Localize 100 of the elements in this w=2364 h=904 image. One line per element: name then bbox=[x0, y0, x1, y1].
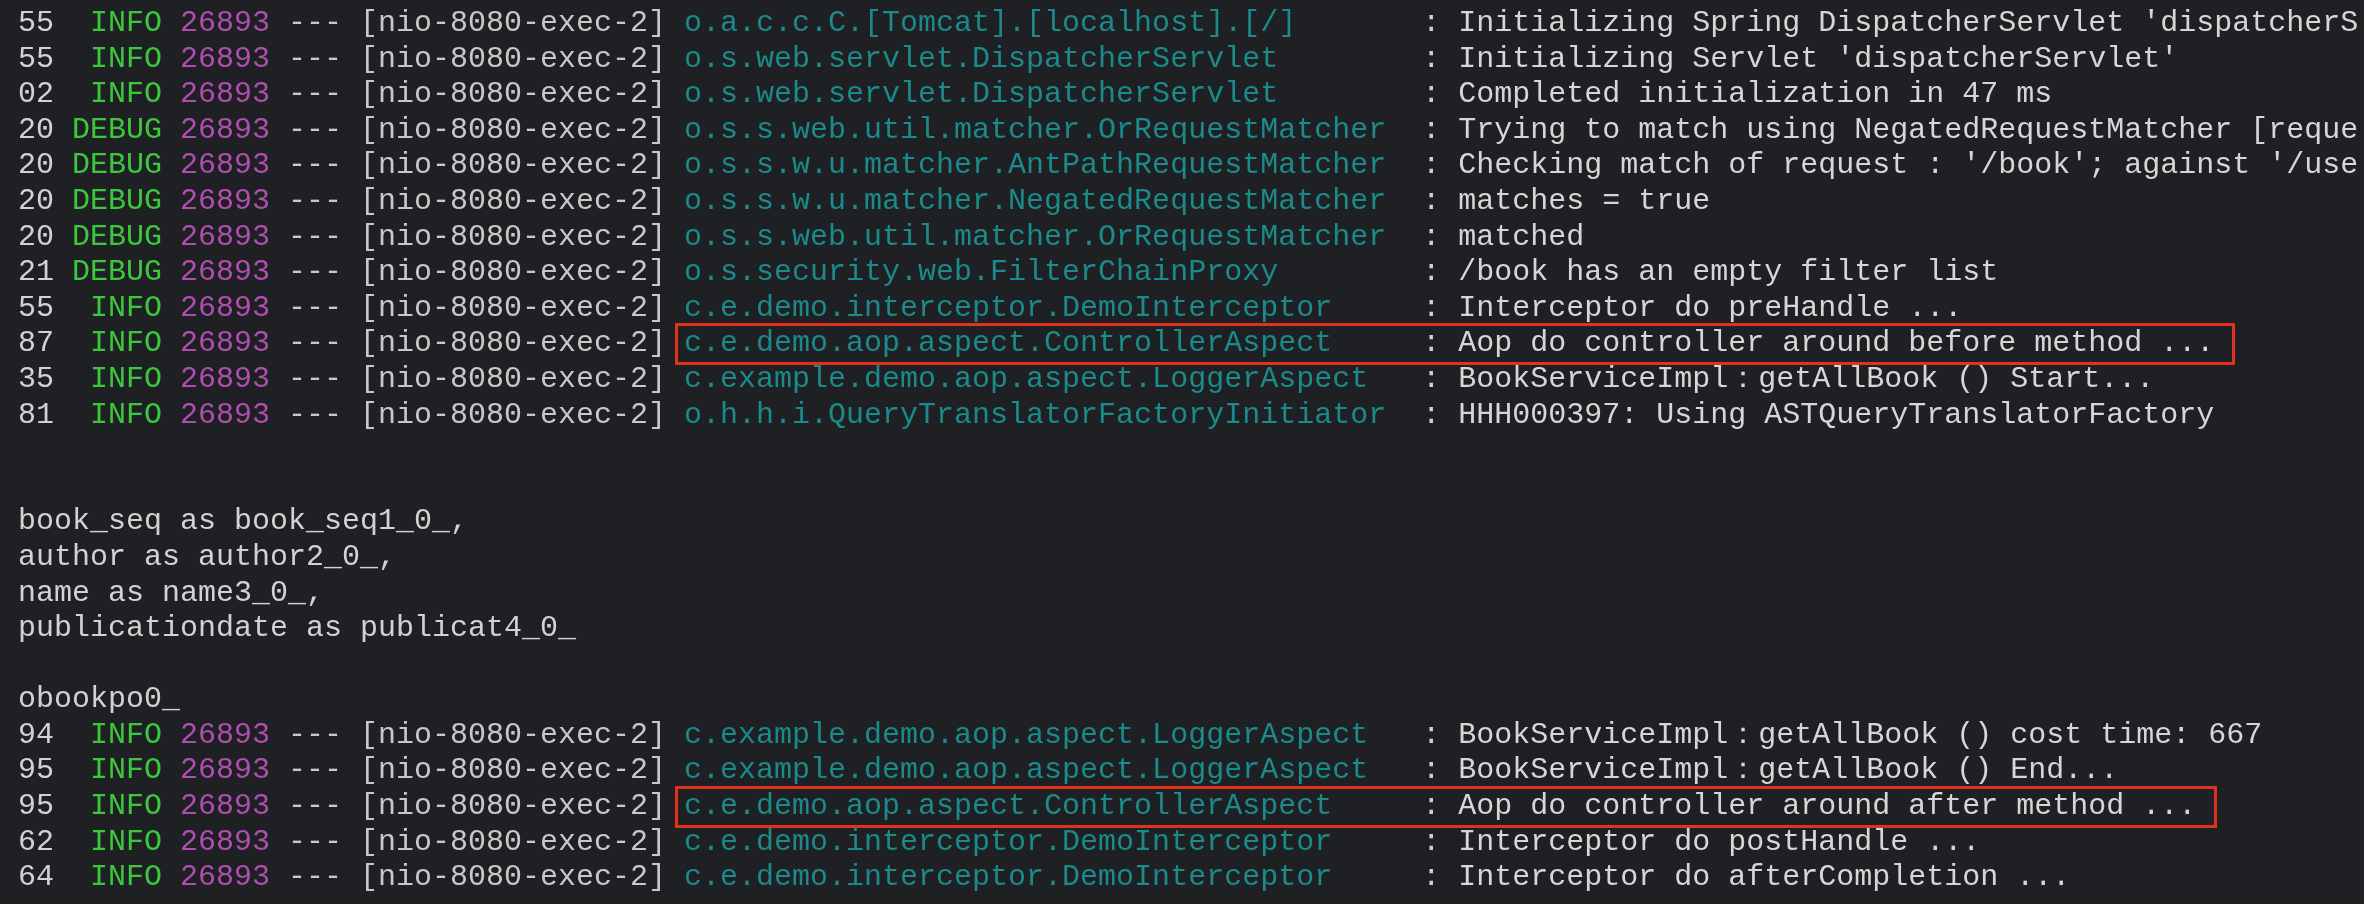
logger-name: c.example.demo.aop.aspect.LoggerAspect bbox=[684, 753, 1370, 790]
separator-text: --- bbox=[288, 255, 342, 291]
logger-name: o.s.security.web.FilterChainProxy bbox=[684, 255, 1280, 291]
process-id: 26893 bbox=[180, 753, 270, 790]
logger-name: o.s.web.servlet.DispatcherServlet bbox=[684, 41, 1280, 78]
log-time: 62 bbox=[18, 824, 54, 861]
thread-name: [nio-8080-exec-2] bbox=[360, 255, 667, 291]
separator-text: --- bbox=[288, 717, 342, 754]
log-message: Initializing Servlet 'dispatcherServlet' bbox=[1458, 41, 2179, 78]
log-level: INFO bbox=[89, 77, 162, 113]
colon-text: : bbox=[1422, 148, 1441, 184]
log-time: 55 bbox=[18, 6, 54, 42]
process-id: 26893 bbox=[180, 789, 270, 825]
colon-text: : bbox=[1422, 112, 1441, 149]
log-time: 21 bbox=[18, 255, 54, 291]
thread-name: [nio-8080-exec-2] bbox=[360, 753, 667, 790]
thread-name: [nio-8080-exec-2] bbox=[360, 148, 667, 184]
process-id: 26893 bbox=[180, 361, 270, 398]
colon-text: : bbox=[1422, 717, 1441, 754]
thread-name: [nio-8080-exec-2] bbox=[360, 326, 667, 362]
log-message: Trying to match using NegatedRequestMatcher [reque bbox=[1458, 112, 2359, 149]
log-level: INFO bbox=[89, 6, 162, 42]
log-message: Interceptor do preHandle ... bbox=[1458, 290, 1963, 327]
log-level: INFO bbox=[89, 860, 162, 896]
separator-text: --- bbox=[288, 148, 342, 184]
log-time: 81 bbox=[18, 397, 54, 434]
thread-name: [nio-8080-exec-2] bbox=[360, 361, 667, 398]
colon-text: : bbox=[1422, 290, 1441, 327]
separator-text: --- bbox=[288, 290, 342, 327]
logger-name: c.example.demo.aop.aspect.LoggerAspect bbox=[684, 361, 1370, 398]
log-time: 55 bbox=[18, 290, 54, 327]
colon-text: : bbox=[1422, 361, 1441, 398]
process-id: 26893 bbox=[180, 397, 270, 434]
colon-text: : bbox=[1422, 183, 1441, 220]
separator-text: --- bbox=[288, 397, 342, 434]
log-message: Interceptor do afterCompletion ... bbox=[1458, 860, 2071, 896]
log-time: 20 bbox=[18, 148, 54, 184]
log-message: BookServiceImpl：getAllBook () End... bbox=[1458, 753, 2119, 790]
log-message: Interceptor do postHandle ... bbox=[1458, 824, 1981, 861]
colon-text: : bbox=[1422, 77, 1441, 113]
log-time: 95 bbox=[18, 753, 54, 790]
log-time: 87 bbox=[18, 326, 54, 362]
log-message: Aop do controller around before method ... bbox=[1458, 326, 2215, 362]
thread-name: [nio-8080-exec-2] bbox=[360, 219, 667, 256]
log-time: 64 bbox=[18, 860, 54, 896]
logger-name: o.s.s.web.util.matcher.OrRequestMatcher bbox=[684, 219, 1388, 256]
logger-name: c.e.demo.aop.aspect.ControllerAspect bbox=[684, 789, 1334, 825]
colon-text: : bbox=[1422, 789, 1441, 825]
logger-name: o.s.s.w.u.matcher.AntPathRequestMatcher bbox=[684, 148, 1388, 184]
logger-name: c.e.demo.interceptor.DemoInterceptor bbox=[684, 824, 1334, 861]
process-id: 26893 bbox=[180, 860, 270, 896]
log-level: INFO bbox=[89, 753, 162, 790]
process-id: 26893 bbox=[180, 148, 270, 184]
separator-text: --- bbox=[288, 41, 342, 78]
log-time: 20 bbox=[18, 183, 54, 220]
thread-name: [nio-8080-exec-2] bbox=[360, 860, 667, 896]
log-level: DEBUG bbox=[72, 112, 162, 149]
separator-text: --- bbox=[288, 789, 342, 825]
log-time: 94 bbox=[18, 717, 54, 754]
thread-name: [nio-8080-exec-2] bbox=[360, 41, 667, 78]
log-time: 20 bbox=[18, 112, 54, 149]
separator-text: --- bbox=[288, 6, 342, 42]
thread-name: [nio-8080-exec-2] bbox=[360, 824, 667, 861]
separator-text: --- bbox=[288, 219, 342, 256]
logger-name: o.h.h.i.QueryTranslatorFactoryInitiator bbox=[684, 397, 1388, 434]
log-level: INFO bbox=[89, 789, 162, 825]
colon-text: : bbox=[1422, 326, 1441, 362]
log-time: 35 bbox=[18, 361, 54, 398]
colon-text: : bbox=[1422, 753, 1441, 790]
log-time: 95 bbox=[18, 789, 54, 825]
log-level: INFO bbox=[89, 397, 162, 434]
process-id: 26893 bbox=[180, 183, 270, 220]
separator-text: --- bbox=[288, 753, 342, 790]
colon-text: : bbox=[1422, 397, 1441, 434]
sql-line: author as author2_0_, bbox=[18, 539, 397, 576]
log-message: /book has an empty filter list bbox=[1458, 255, 1999, 291]
colon-text: : bbox=[1422, 255, 1441, 291]
log-level: INFO bbox=[89, 326, 162, 362]
separator-text: --- bbox=[288, 77, 342, 113]
separator-text: --- bbox=[288, 326, 342, 362]
log-level: INFO bbox=[89, 41, 162, 78]
colon-text: : bbox=[1422, 6, 1441, 42]
log-level: DEBUG bbox=[72, 219, 162, 256]
log-message: Initializing Spring DispatcherServlet 'dispatcherS bbox=[1458, 6, 2359, 42]
log-level: INFO bbox=[89, 290, 162, 327]
log-message: matches = true bbox=[1458, 183, 1711, 220]
log-level: DEBUG bbox=[72, 255, 162, 291]
separator-text: --- bbox=[288, 860, 342, 896]
log-level: DEBUG bbox=[72, 183, 162, 220]
sql-line: publicationdate as publicat4_0_ bbox=[18, 611, 577, 647]
log-message: Checking match of request : '/book'; against '/use bbox=[1458, 148, 2359, 184]
separator-text: --- bbox=[288, 112, 342, 149]
process-id: 26893 bbox=[180, 717, 270, 754]
log-message: matched bbox=[1458, 219, 1585, 256]
thread-name: [nio-8080-exec-2] bbox=[360, 112, 667, 149]
log-message: Completed initialization in 47 ms bbox=[1458, 77, 2053, 113]
process-id: 26893 bbox=[180, 6, 270, 42]
log-level: DEBUG bbox=[72, 148, 162, 184]
thread-name: [nio-8080-exec-2] bbox=[360, 6, 667, 42]
sql-line: obookpo0_ bbox=[18, 682, 181, 718]
